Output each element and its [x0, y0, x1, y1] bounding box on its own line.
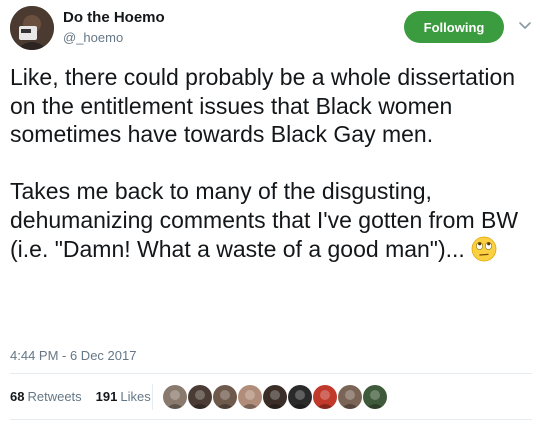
- likers-list: [163, 385, 388, 409]
- retweets-stat[interactable]: 68 Retweets: [10, 389, 82, 404]
- tweet-timestamp[interactable]: 4:44 PM - 6 Dec 2017: [10, 348, 136, 363]
- retweets-count: 68: [10, 389, 25, 404]
- tweet-paragraph-2-text: Takes me back to many of the disgusting,…: [10, 178, 519, 262]
- liker-avatar-3-icon[interactable]: [213, 385, 237, 409]
- tweet-paragraph-1: Like, there could probably be a whole di…: [10, 64, 516, 148]
- likes-stat[interactable]: 191 Likes: [96, 389, 151, 404]
- profile-photo-icon: [10, 6, 54, 50]
- liker-avatar-9-icon[interactable]: [363, 385, 387, 409]
- face-with-rolling-eyes-icon: [471, 236, 497, 262]
- author-handle[interactable]: @_hoemo: [63, 30, 123, 45]
- author-name[interactable]: Do the Hoemo: [63, 9, 165, 26]
- tweet-paragraph-2: Takes me back to many of the disgusting,…: [10, 177, 532, 263]
- likes-label: Likes: [120, 389, 151, 404]
- engagement-stats: 68 Retweets 191 Likes: [10, 389, 151, 404]
- stats-separator: [152, 384, 153, 410]
- chevron-down-icon[interactable]: [518, 18, 532, 32]
- liker-avatar-5-icon[interactable]: [263, 385, 287, 409]
- retweets-label: Retweets: [27, 389, 82, 404]
- divider-bottom: [10, 419, 532, 420]
- divider-top: [10, 373, 532, 374]
- liker-avatar-4-icon[interactable]: [238, 385, 262, 409]
- tweet-text: Like, there could probably be a whole di…: [10, 63, 532, 263]
- liker-avatar-7-icon[interactable]: [313, 385, 337, 409]
- liker-avatar-6-icon[interactable]: [288, 385, 312, 409]
- likes-count: 191: [95, 389, 118, 404]
- following-button[interactable]: Following: [404, 11, 504, 43]
- liker-avatar-2-icon[interactable]: [188, 385, 212, 409]
- author-avatar[interactable]: [10, 6, 54, 50]
- liker-avatar-8-icon[interactable]: [338, 385, 362, 409]
- liker-avatar-1-icon[interactable]: [163, 385, 187, 409]
